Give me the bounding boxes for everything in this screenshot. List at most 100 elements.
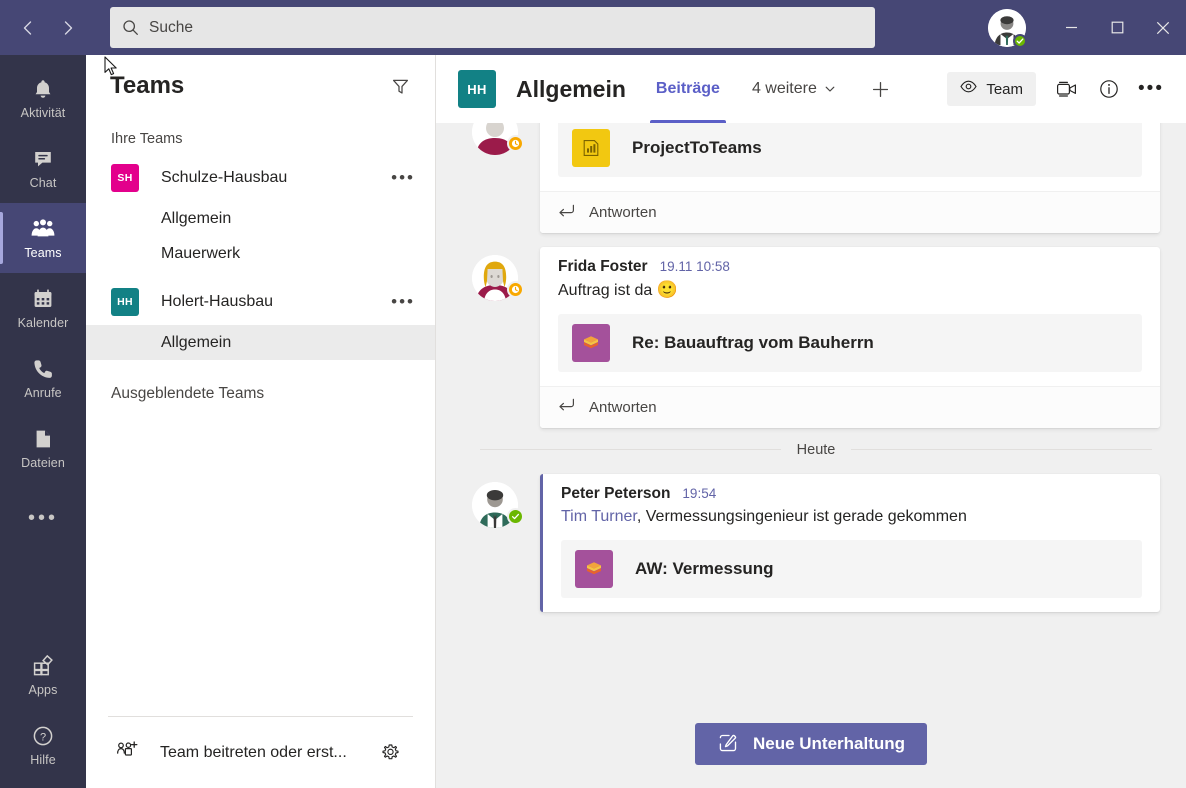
app-body: Aktivität Chat Teams Kalender Anrufe Dat… <box>0 55 1186 788</box>
svg-text:?: ? <box>40 731 46 743</box>
message-text-content: , Vermessungsingenieur ist gerade gekomm… <box>636 507 967 525</box>
divider-line-left <box>480 449 781 451</box>
main-content: HH Allgemein Beiträge 4 weitere Team •••… <box>436 55 1186 788</box>
attachment-projecttoteams[interactable]: ProjectToTeams <box>558 123 1142 177</box>
divider-line-right <box>851 449 1153 451</box>
message-scroll-container: ProjectToTeams Antworten Frida Foster 19… <box>436 123 1186 612</box>
day-divider-label: Heute <box>796 441 836 458</box>
team-row-holert-hausbau[interactable]: HH Holert-Hausbau ••• <box>86 279 435 325</box>
rail-item-calendar[interactable]: Kalender <box>0 273 86 343</box>
channel-more-options-button[interactable]: ••• <box>1132 70 1170 108</box>
rail-item-teams[interactable]: Teams <box>0 203 86 273</box>
message-text-content: Auftrag ist da <box>558 282 653 299</box>
chat-icon <box>31 146 55 172</box>
settings-button[interactable] <box>371 734 409 772</box>
profile-avatar[interactable] <box>988 8 1027 48</box>
maximize-button[interactable] <box>1094 0 1140 55</box>
search-box[interactable]: Suche <box>110 7 875 48</box>
presence-badge-available <box>1013 33 1027 48</box>
rail-item-activity[interactable]: Aktivität <box>0 63 86 133</box>
message-avatar-column <box>472 123 540 233</box>
channel-label: Mauerwerk <box>161 244 241 262</box>
chevron-right-icon <box>64 20 73 35</box>
compose-zone: Neue Unterhaltung <box>436 700 1186 788</box>
channel-row-holert-allgemein[interactable]: Allgemein <box>86 325 435 360</box>
team-button-label: Team <box>986 80 1023 98</box>
plus-icon <box>873 81 889 97</box>
bell-icon <box>31 76 55 102</box>
channel-header: HH Allgemein Beiträge 4 weitere Team ••• <box>436 55 1186 123</box>
reply-bar[interactable]: Antworten <box>540 385 1160 428</box>
channel-row-schulze-allgemein[interactable]: Allgemein <box>86 201 435 236</box>
channel-team-avatar: HH <box>458 70 496 108</box>
chart-icon <box>572 129 610 167</box>
rail-label-help: Hilfe <box>30 753 56 767</box>
mention-tim-turner[interactable]: Tim Turner <box>561 508 637 525</box>
team-more-options-schulze[interactable]: ••• <box>385 168 421 188</box>
chevron-left-icon <box>23 20 32 35</box>
emoji-smile: 🙂 <box>656 280 678 299</box>
team-toggle-button[interactable]: Team <box>947 72 1036 106</box>
message-timestamp: 19:54 <box>682 485 717 501</box>
rail-item-calls[interactable]: Anrufe <box>0 343 86 413</box>
search-icon <box>122 19 139 36</box>
tab-beitraege[interactable]: Beiträge <box>649 55 726 123</box>
message-block-peter-peterson: Peter Peterson 19:54 Tim Turner, Vermess… <box>472 473 1160 612</box>
back-button[interactable] <box>8 8 48 48</box>
add-tab-button[interactable] <box>864 72 898 106</box>
forward-button[interactable] <box>48 8 88 48</box>
meet-now-button[interactable] <box>1048 70 1086 108</box>
chevron-down-icon <box>824 83 836 95</box>
mail-stack-icon <box>575 549 613 588</box>
team-row-schulze-hausbau[interactable]: SH Schulze-Hausbau ••• <box>86 155 435 201</box>
page-title: Teams <box>110 72 185 99</box>
rail-item-files[interactable]: Dateien <box>0 413 86 483</box>
attachment-bauauftrag[interactable]: Re: Bauauftrag vom Bauherrn <box>558 313 1142 372</box>
join-team-label: Team beitreten oder erst... <box>160 743 347 761</box>
channel-info-button[interactable] <box>1090 70 1128 108</box>
calendar-icon <box>31 286 55 312</box>
message-list[interactable]: ProjectToTeams Antworten Frida Foster 19… <box>436 123 1186 700</box>
tab-more-dropdown[interactable]: 4 weitere <box>748 55 840 123</box>
rail-item-chat[interactable]: Chat <box>0 133 86 203</box>
minimize-button[interactable] <box>1048 0 1094 55</box>
join-or-create-team-button[interactable]: Team beitreten oder erst... <box>112 732 371 774</box>
window-controls-group <box>988 0 1186 55</box>
rail-item-apps[interactable]: Apps <box>0 640 86 710</box>
mail-stack-icon <box>572 323 610 362</box>
reply-label: Antworten <box>589 398 657 416</box>
day-divider: Heute <box>480 441 1153 458</box>
message-text: Tim Turner, Vermessungsingenieur ist ger… <box>561 506 1142 528</box>
phone-icon <box>31 356 55 382</box>
gear-icon <box>381 744 399 760</box>
attachment-name: Re: Bauauftrag vom Bauherrn <box>632 332 874 352</box>
your-teams-label: Ihre Teams <box>111 131 183 147</box>
rail-label-apps: Apps <box>28 683 58 697</box>
rail-label-calendar: Kalender <box>17 316 69 330</box>
rail-item-more[interactable]: ••• <box>0 483 86 553</box>
rail-label-files: Dateien <box>21 456 65 470</box>
channel-title: Allgemein <box>516 75 626 102</box>
close-button[interactable] <box>1140 0 1186 55</box>
attachment-vermessung[interactable]: AW: Vermessung <box>561 539 1142 598</box>
rail-label-chat: Chat <box>29 176 57 190</box>
compose-pencil-icon <box>717 732 739 757</box>
presence-badge-away <box>507 135 524 152</box>
presence-badge-away <box>507 281 524 298</box>
rail-item-help[interactable]: ? Hilfe <box>0 710 86 780</box>
team-name-schulze: Schulze-Hausbau <box>161 169 288 186</box>
message-card: Frida Foster 19.11 10:58 Auftrag ist da … <box>540 247 1160 428</box>
new-conversation-button[interactable]: Neue Unterhaltung <box>694 723 928 765</box>
filter-button[interactable] <box>383 69 417 103</box>
message-block-partial: ProjectToTeams Antworten <box>472 123 1160 233</box>
teams-panel-header: Teams <box>86 55 435 117</box>
channel-row-schulze-mauerwerk[interactable]: Mauerwerk <box>86 236 435 271</box>
team-more-options-holert[interactable]: ••• <box>385 292 421 312</box>
hidden-teams-label[interactable]: Ausgeblendete Teams <box>86 360 435 403</box>
video-camera-icon <box>1057 81 1076 97</box>
message-card: ProjectToTeams Antworten <box>540 123 1160 233</box>
reply-bar[interactable]: Antworten <box>540 191 1160 233</box>
message-text: Auftrag ist da 🙂 <box>558 279 1142 302</box>
eye-icon <box>960 80 977 98</box>
reply-arrow-icon <box>558 204 575 222</box>
